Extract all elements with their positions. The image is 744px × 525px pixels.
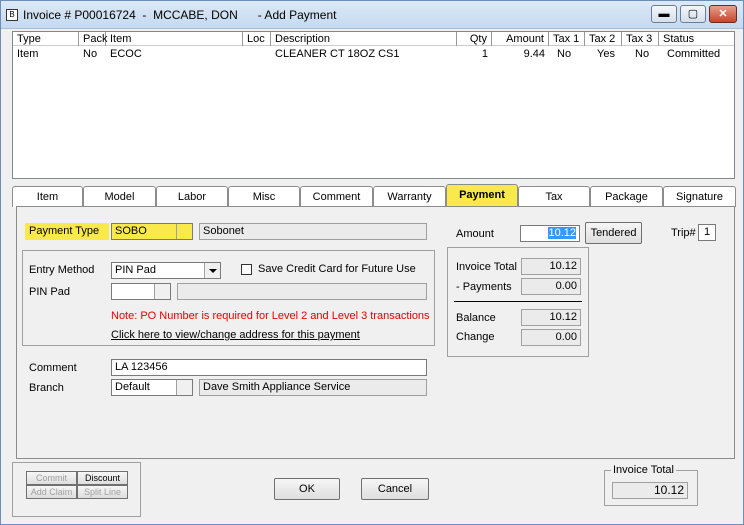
column-header-tax3[interactable]: Tax 3 — [622, 32, 659, 46]
title-bar[interactable]: B Invoice # P00016724 - MCCABE, DON - Ad… — [1, 1, 743, 29]
branch-label: Branch — [29, 382, 64, 394]
cell-qty: 1 — [481, 48, 488, 60]
save-card-label[interactable]: Save Credit Card for Future Use — [258, 263, 416, 275]
cell-tax3: No — [635, 48, 650, 60]
tab-comment[interactable]: Comment — [300, 186, 373, 207]
tendered-button[interactable]: Tendered — [585, 222, 642, 244]
trip-input[interactable]: 1 — [698, 224, 716, 241]
totals-divider — [454, 301, 582, 302]
cell-loc — [243, 47, 251, 61]
branch-dropdown-icon[interactable] — [176, 380, 192, 395]
close-button[interactable]: ✕ — [709, 5, 737, 23]
cell-tax1: No — [557, 48, 572, 60]
line-items-grid[interactable]: Type Pack Item Loc Description Qty Amoun… — [12, 31, 735, 179]
minimize-button[interactable]: ▬ — [651, 5, 677, 23]
save-card-checkbox[interactable] — [241, 264, 252, 275]
tab-labor[interactable]: Labor — [156, 186, 228, 207]
payment-type-label: Payment Type — [25, 223, 109, 240]
tab-model[interactable]: Model — [83, 186, 156, 207]
table-row[interactable]: Item No ECOC CLEANER CT 18OZ CS1 1 9.44 … — [13, 47, 734, 61]
maximize-icon: ▢ — [687, 8, 699, 20]
column-header-item[interactable]: Item — [106, 32, 243, 46]
entry-method-label: Entry Method — [29, 264, 95, 276]
invoice-total-footer-field: 10.12 — [612, 482, 688, 499]
add-payment-window: B Invoice # P00016724 - MCCABE, DON - Ad… — [0, 0, 744, 525]
commit-button[interactable]: Commit — [26, 471, 77, 485]
payment-type-combo[interactable]: SOBO — [111, 223, 193, 240]
column-header-amount[interactable]: Amount — [492, 32, 549, 46]
tab-warranty[interactable]: Warranty — [373, 186, 446, 207]
column-header-pack[interactable]: Pack — [79, 32, 107, 46]
branch-combo[interactable]: Default — [111, 379, 193, 396]
column-header-status[interactable]: Status — [659, 32, 734, 46]
trip-label: Trip# — [671, 227, 696, 239]
pin-pad-detail-field — [177, 283, 427, 300]
po-number-note: Note: PO Number is required for Level 2 … — [111, 310, 430, 322]
cancel-button[interactable]: Cancel — [361, 478, 429, 500]
add-claim-button[interactable]: Add Claim — [26, 485, 77, 499]
maximize-button[interactable]: ▢ — [680, 5, 706, 23]
chevron-down-icon[interactable] — [204, 263, 220, 278]
invoice-total-label: Invoice Total — [456, 261, 517, 273]
split-line-button[interactable]: Split Line — [77, 485, 128, 499]
column-header-loc[interactable]: Loc — [243, 32, 271, 46]
column-header-qty[interactable]: Qty — [457, 32, 492, 46]
tab-misc[interactable]: Misc — [228, 186, 300, 207]
tab-item[interactable]: Item — [12, 186, 83, 207]
change-field: 0.00 — [521, 329, 581, 346]
tab-package[interactable]: Package — [590, 186, 663, 207]
balance-label: Balance — [456, 312, 496, 324]
window-title: Invoice # P00016724 - MCCABE, DON - Add … — [23, 8, 337, 22]
tab-signature[interactable]: Signature — [663, 186, 736, 207]
pin-pad-label: PIN Pad — [29, 286, 70, 298]
ok-button[interactable]: OK — [274, 478, 340, 500]
change-label: Change — [456, 331, 495, 343]
payment-type-code: SOBO — [115, 225, 147, 237]
amount-input[interactable]: 10.12 — [520, 225, 580, 242]
payments-label: - Payments — [456, 281, 512, 293]
entry-method-value: PIN Pad — [115, 264, 156, 276]
cell-type: Item — [17, 48, 39, 60]
invoice-total-field: 10.12 — [521, 258, 581, 275]
amount-label: Amount — [456, 228, 494, 240]
entry-method-select[interactable]: PIN Pad — [111, 262, 221, 279]
tab-tax[interactable]: Tax — [518, 186, 590, 207]
address-link[interactable]: Click here to view/change address for th… — [111, 329, 360, 341]
minimize-icon: ▬ — [658, 8, 670, 20]
payments-field: 0.00 — [521, 278, 581, 295]
payment-panel: Payment Type SOBO Sobonet Entry Method P… — [16, 206, 735, 459]
cell-amount: 9.44 — [523, 48, 545, 60]
invoice-app-icon[interactable]: B — [6, 9, 18, 21]
branch-code: Default — [115, 381, 150, 393]
tab-payment[interactable]: Payment — [446, 184, 518, 207]
column-header-tax1[interactable]: Tax 1 — [549, 32, 585, 46]
invoice-total-footer-label: Invoice Total — [611, 464, 676, 476]
payment-type-dropdown-icon[interactable] — [176, 224, 192, 239]
pin-pad-combo[interactable] — [111, 283, 171, 300]
balance-field: 10.12 — [521, 309, 581, 326]
discount-button[interactable]: Discount — [77, 471, 128, 485]
payment-type-name-field: Sobonet — [199, 223, 427, 240]
column-header-tax2[interactable]: Tax 2 — [585, 32, 622, 46]
comment-input[interactable]: LA 123456 — [111, 359, 427, 376]
branch-name-field: Dave Smith Appliance Service — [199, 379, 427, 396]
cell-item: ECOC — [110, 48, 142, 60]
comment-label: Comment — [29, 362, 77, 374]
column-header-type[interactable]: Type — [13, 32, 79, 46]
amount-value: 10.12 — [548, 227, 576, 239]
pin-pad-dropdown-icon[interactable] — [154, 284, 170, 299]
close-icon: ✕ — [718, 8, 728, 20]
cell-status: Committed — [667, 48, 721, 60]
detail-tabs: Item Model Labor Misc Comment Warranty P… — [12, 184, 736, 207]
grid-header: Type Pack Item Loc Description Qty Amoun… — [13, 32, 734, 46]
column-header-description[interactable]: Description — [271, 32, 457, 46]
cell-description: CLEANER CT 18OZ CS1 — [275, 48, 400, 60]
cell-pack: No — [83, 48, 98, 60]
cell-tax2: Yes — [597, 48, 615, 60]
